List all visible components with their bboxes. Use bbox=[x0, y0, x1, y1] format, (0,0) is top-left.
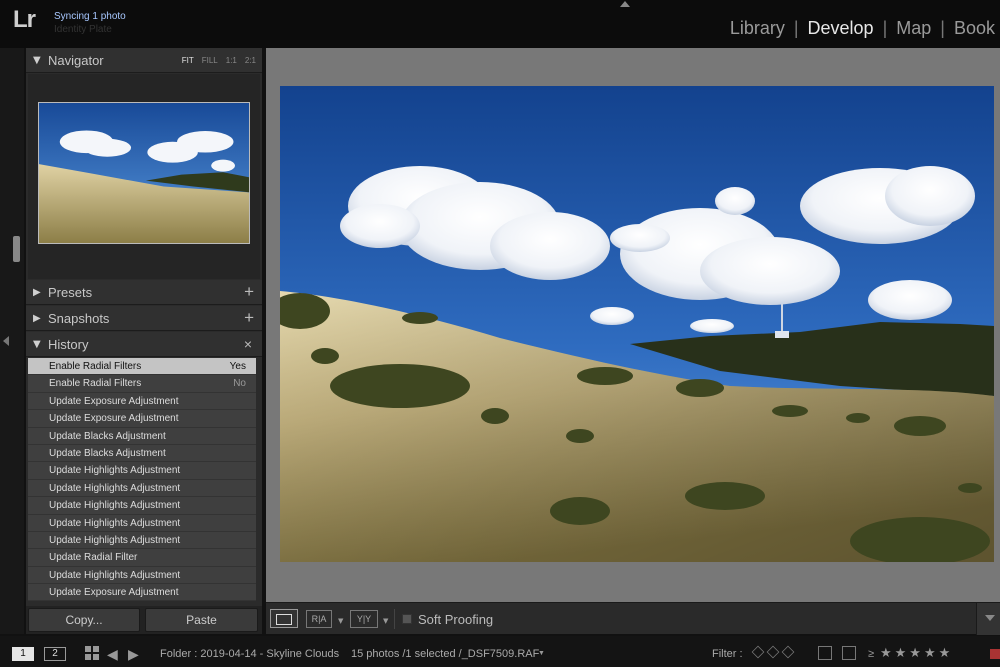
presets-header[interactable]: ▶ Presets + bbox=[26, 280, 262, 305]
before-after-dropdown-icon[interactable]: ▼ bbox=[338, 617, 343, 625]
expanded-triangle-icon: ▼ bbox=[33, 55, 41, 66]
toolbar-menu-icon[interactable] bbox=[976, 603, 1000, 635]
module-library[interactable]: Library bbox=[721, 18, 794, 39]
history-item[interactable]: Update Radial Filter bbox=[28, 549, 256, 567]
module-picker: Library | Develop | Map | Book bbox=[721, 18, 1000, 39]
before-after-swap-button[interactable]: Y|Y bbox=[350, 610, 378, 628]
color-label-red-icon[interactable] bbox=[990, 649, 1000, 659]
history-item[interactable]: Update Highlights Adjustment bbox=[28, 531, 256, 550]
filter-label: Filter : bbox=[712, 648, 743, 660]
soft-proofing-checkbox[interactable] bbox=[402, 614, 412, 624]
before-after-button[interactable]: R|A bbox=[306, 610, 332, 628]
star-rating-filter[interactable]: ★★★★★ bbox=[880, 645, 953, 661]
grid-view-icon[interactable] bbox=[85, 646, 99, 660]
left-panel-edge[interactable] bbox=[0, 48, 24, 634]
add-preset-icon[interactable]: + bbox=[244, 282, 254, 302]
zoom-2-1[interactable]: 2:1 bbox=[245, 56, 256, 65]
loupe-view-button[interactable] bbox=[270, 609, 298, 628]
rating-operator[interactable]: ≥ bbox=[868, 648, 874, 660]
copy-paste-bar: Copy... Paste bbox=[26, 606, 262, 634]
history-item[interactable]: Update Blacks Adjustment bbox=[28, 444, 256, 463]
navigator-title: Navigator bbox=[48, 53, 104, 68]
collapse-top-panel-icon[interactable] bbox=[620, 1, 630, 7]
toolbar-divider bbox=[394, 609, 395, 629]
unedited-filter-icon[interactable] bbox=[842, 646, 856, 660]
main-photo[interactable] bbox=[280, 86, 994, 562]
collapse-left-panel-icon[interactable] bbox=[3, 336, 9, 346]
flag-filters bbox=[751, 645, 795, 659]
collapsed-triangle-icon: ▶ bbox=[33, 287, 41, 298]
copy-button[interactable]: Copy... bbox=[28, 608, 140, 632]
history-header[interactable]: ▼ History × bbox=[26, 332, 262, 357]
add-snapshot-icon[interactable]: + bbox=[244, 308, 254, 328]
history-item[interactable]: Update Highlights Adjustment bbox=[28, 566, 256, 585]
filename-dropdown-icon[interactable]: ▼ bbox=[538, 650, 545, 657]
history-title: History bbox=[48, 337, 89, 352]
photo-count[interactable]: 15 photos /1 selected /_DSF7509.RAF bbox=[351, 648, 539, 660]
sync-status[interactable]: Syncing 1 photo bbox=[54, 11, 126, 22]
snapshots-title: Snapshots bbox=[48, 311, 110, 326]
snapshots-header[interactable]: ▶ Snapshots + bbox=[26, 306, 262, 331]
flag-rejected-icon[interactable] bbox=[781, 645, 795, 659]
identity-plate: Identity Plate bbox=[54, 24, 112, 35]
clear-history-icon[interactable]: × bbox=[244, 336, 252, 352]
edited-filter-icon[interactable] bbox=[818, 646, 832, 660]
navigator-zoom-options: FIT FILL 1:1 2:1 bbox=[182, 56, 256, 65]
back-arrow-icon[interactable]: ◀ bbox=[107, 646, 118, 663]
flag-picked-icon[interactable] bbox=[751, 645, 765, 659]
history-item[interactable]: Update Highlights Adjustment bbox=[28, 479, 256, 498]
navigator-header[interactable]: ▼ Navigator FIT FILL 1:1 2:1 bbox=[26, 48, 262, 73]
zoom-fill[interactable]: FILL bbox=[202, 56, 218, 65]
presets-title: Presets bbox=[48, 285, 93, 300]
history-item[interactable]: Update Blacks Adjustment bbox=[28, 427, 256, 445]
secondary-window-button[interactable]: 2 bbox=[44, 647, 66, 661]
history-item[interactable]: Update Exposure Adjustment bbox=[28, 392, 256, 411]
history-list: Enable Radial Filters Yes Enable Radial F… bbox=[28, 358, 256, 602]
history-item[interactable]: Update Highlights Adjustment bbox=[28, 497, 256, 515]
filmstrip-bar: 1 2 ◀ ▶ Folder : 2019-04-14 - Skyline Cl… bbox=[0, 636, 1000, 667]
history-item[interactable]: Update Highlights Adjustment bbox=[28, 462, 256, 480]
folder-path[interactable]: Folder : 2019-04-14 - Skyline Clouds bbox=[160, 648, 339, 660]
module-develop[interactable]: Develop bbox=[799, 18, 883, 39]
flag-unflagged-icon[interactable] bbox=[766, 645, 780, 659]
left-panel: ▼ Navigator FIT FILL 1:1 2:1 ▶ Presets +… bbox=[26, 48, 262, 634]
history-item[interactable]: Enable Radial Filters No bbox=[28, 375, 256, 393]
zoom-fit[interactable]: FIT bbox=[182, 56, 194, 65]
navigator-preview-area bbox=[28, 74, 260, 279]
paste-button[interactable]: Paste bbox=[145, 608, 258, 632]
swap-dropdown-icon[interactable]: ▼ bbox=[383, 617, 388, 625]
navigator-thumbnail[interactable] bbox=[38, 102, 250, 244]
primary-window-button[interactable]: 1 bbox=[12, 647, 34, 661]
history-item[interactable]: Update Exposure Adjustment bbox=[28, 584, 256, 602]
soft-proofing-label[interactable]: Soft Proofing bbox=[418, 612, 493, 627]
collapsed-triangle-icon: ▶ bbox=[33, 313, 41, 324]
lightroom-logo: Lr bbox=[13, 6, 36, 33]
top-bar: Lr Syncing 1 photo Identity Plate Librar… bbox=[0, 0, 1000, 48]
left-panel-scrollbar[interactable] bbox=[13, 236, 20, 262]
history-item[interactable]: Update Exposure Adjustment bbox=[28, 410, 256, 428]
module-book[interactable]: Book bbox=[945, 18, 1000, 39]
zoom-1-1[interactable]: 1:1 bbox=[226, 56, 237, 65]
history-item[interactable]: Update Highlights Adjustment bbox=[28, 514, 256, 532]
module-map[interactable]: Map bbox=[887, 18, 940, 39]
forward-arrow-icon[interactable]: ▶ bbox=[128, 646, 139, 663]
develop-toolbar: R|A ▼ Y|Y ▼ Soft Proofing bbox=[266, 602, 1000, 635]
history-item[interactable]: Enable Radial Filters Yes bbox=[28, 358, 256, 376]
expanded-triangle-icon: ▼ bbox=[33, 339, 41, 350]
